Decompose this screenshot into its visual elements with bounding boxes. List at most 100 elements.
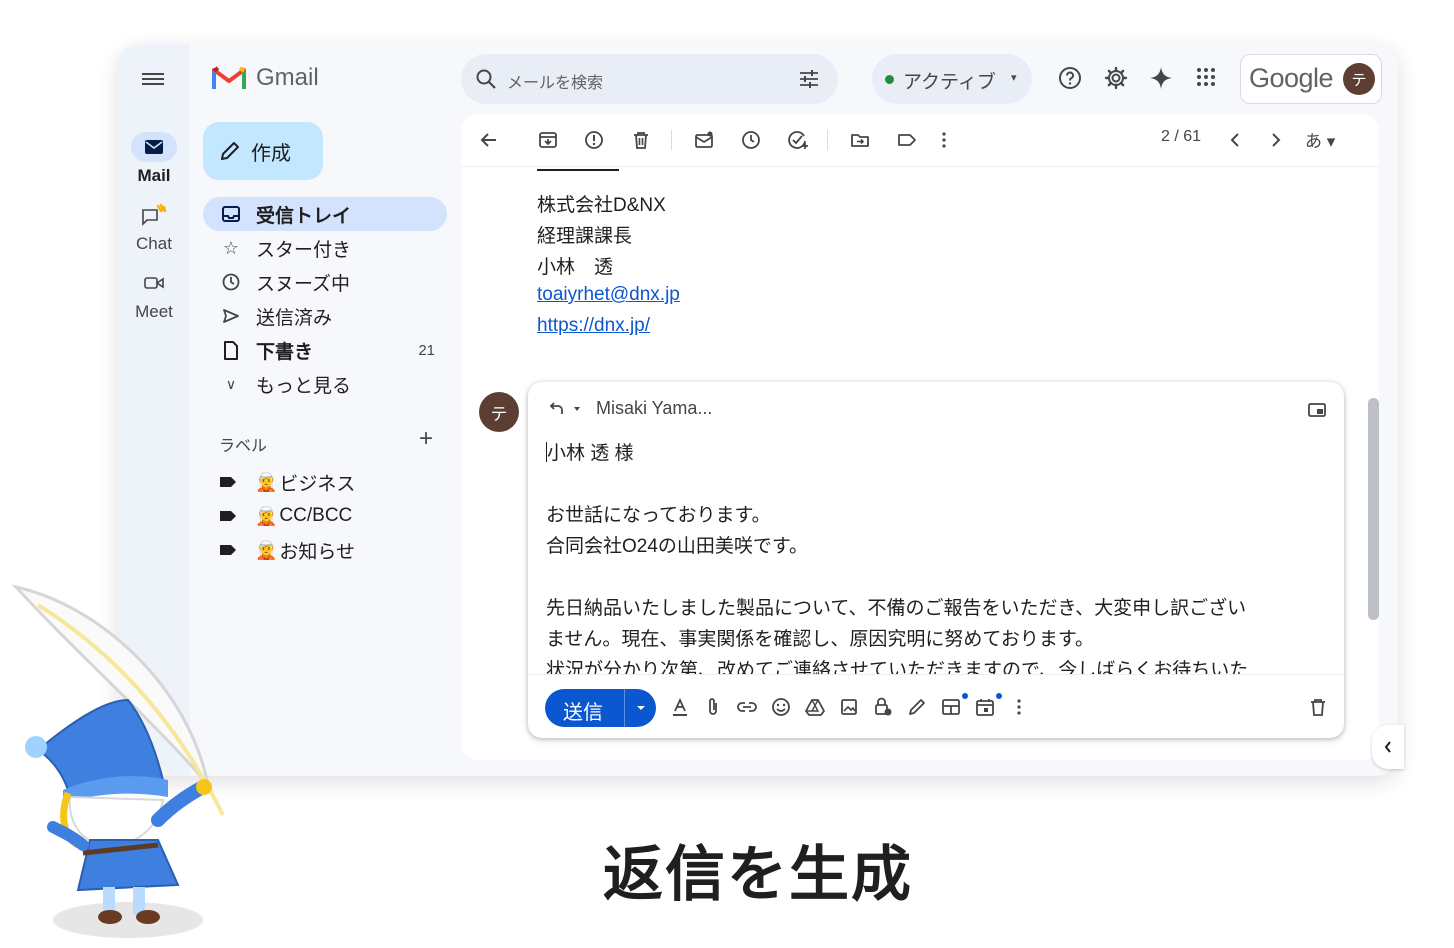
rail-item-chat[interactable]: Chat <box>118 200 190 254</box>
mark-unread-icon[interactable] <box>694 130 714 150</box>
elf-emoji-icon: 🧝 <box>255 539 278 560</box>
clock-icon <box>222 273 240 291</box>
compose-toolbar: 送信 <box>528 674 1344 738</box>
compose-label: 作成 <box>251 142 291 165</box>
input-tools-button[interactable]: あ ▾ <box>1305 127 1335 152</box>
emoji-icon[interactable] <box>771 697 791 717</box>
star-icon: ☆ <box>222 237 240 258</box>
nav-label-drafts: 下書き <box>256 341 314 363</box>
move-to-folder-icon[interactable] <box>850 130 870 150</box>
gemini-sparkle-icon[interactable] <box>1149 66 1173 90</box>
delete-icon[interactable] <box>631 130 651 150</box>
signature-divider <box>537 169 619 174</box>
more-options-icon[interactable] <box>1016 697 1022 717</box>
apps-grid-icon[interactable] <box>1195 66 1217 88</box>
insert-link-icon[interactable] <box>736 697 758 717</box>
drafts-count: 21 <box>418 341 435 359</box>
rail-label-mail: Mail <box>137 166 171 185</box>
signature-pen-icon[interactable] <box>907 697 927 717</box>
snooze-clock-icon[interactable] <box>741 130 761 150</box>
layouts-icon[interactable] <box>941 697 961 717</box>
scrollbar-thumb[interactable] <box>1368 398 1379 620</box>
pencil-icon <box>221 142 239 160</box>
hamburger-menu-icon[interactable] <box>142 70 164 88</box>
body-line: 状況が分かり次第、改めてご連絡させていただきますので、今しばらくお待ちいた <box>546 660 1249 674</box>
search-bar[interactable]: メールを検索 <box>461 54 838 104</box>
nav-item-more[interactable]: ∨ もっと見る <box>203 367 447 401</box>
gmail-window: Mail Chat Meet Gmail メールを検索 アクティブ ▾ Goog… <box>118 44 1398 776</box>
gmail-logo[interactable]: Gmail <box>212 64 319 92</box>
prev-chevron-icon[interactable] <box>1227 130 1243 150</box>
reply-body-editor[interactable]: 小林 透 様 お世話になっております。 合同会社O24の山田美咲です。 先日納品… <box>546 438 1336 674</box>
send-button[interactable]: 送信 <box>545 689 656 727</box>
label-tag-icon <box>220 545 236 555</box>
chat-icon <box>142 204 167 226</box>
body-line: 合同会社O24の山田美咲です。 <box>546 536 809 557</box>
nav-item-inbox[interactable]: 受信トレイ <box>203 197 447 231</box>
send-label: 送信 <box>563 702 603 724</box>
reply-compose-box: Misaki Yama... 小林 透 様 お世話になっております。 合同会社O… <box>528 382 1344 738</box>
archive-icon[interactable] <box>538 130 558 150</box>
rail-item-mail[interactable]: Mail <box>118 132 190 186</box>
add-label-icon[interactable]: + <box>419 425 433 453</box>
caption-heading: 返信を生成 <box>603 841 913 908</box>
reply-recipient[interactable]: Misaki Yama... <box>596 398 712 419</box>
popout-icon[interactable] <box>1308 402 1326 418</box>
next-chevron-icon[interactable] <box>1268 130 1284 150</box>
signature-url-link[interactable]: https://dnx.jp/ <box>537 315 650 336</box>
label-icon[interactable] <box>897 130 917 150</box>
label-name: お知らせ <box>279 541 356 563</box>
help-icon[interactable] <box>1058 66 1082 90</box>
body-line: お世話になっております。 <box>546 505 771 526</box>
label-item-notice[interactable]: 🧝 お知らせ <box>219 536 355 564</box>
search-options-icon[interactable] <box>798 68 820 90</box>
label-name: CC/BCC <box>279 505 353 526</box>
gmail-m-icon <box>212 66 246 89</box>
status-dropdown[interactable]: アクティブ ▾ <box>872 54 1032 104</box>
reply-type-icon[interactable] <box>548 401 588 417</box>
send-options-chevron-icon[interactable] <box>635 702 647 714</box>
labels-heading: ラベル <box>219 438 268 455</box>
confidential-mode-icon[interactable] <box>873 697 893 717</box>
nav-item-drafts[interactable]: 下書き 21 <box>203 333 447 367</box>
reply-sender-avatar: テ <box>479 392 519 432</box>
wizard-mascot-illustration <box>11 584 225 938</box>
schedule-event-icon[interactable] <box>975 697 995 717</box>
nav-item-sent[interactable]: 送信済み <box>203 299 447 333</box>
discard-draft-icon[interactable] <box>1309 697 1327 717</box>
label-name: ビジネス <box>279 473 356 495</box>
compose-button[interactable]: 作成 <box>203 122 323 180</box>
text-format-icon[interactable] <box>670 697 690 717</box>
signature-title: 経理課課長 <box>537 226 633 247</box>
google-logo: Google <box>1249 63 1334 93</box>
label-tag-icon <box>220 511 236 521</box>
nav-item-snoozed[interactable]: スヌーズ中 <box>203 265 447 299</box>
add-task-icon[interactable] <box>787 130 809 150</box>
label-item-business[interactable]: 🧝 ビジネス <box>219 468 355 496</box>
search-input[interactable]: メールを検索 <box>507 69 603 93</box>
account-avatar[interactable]: テ <box>1343 63 1375 95</box>
report-spam-icon[interactable] <box>584 130 604 150</box>
message-panel: 2 / 61 あ ▾ 株式会社D&NX 経理課課長 小林 透 toaiyrhet… <box>461 114 1379 760</box>
insert-photo-icon[interactable] <box>839 697 859 717</box>
back-arrow-icon[interactable] <box>479 130 499 150</box>
search-icon[interactable] <box>475 68 497 90</box>
draft-icon <box>224 340 238 360</box>
label-item-ccbcc[interactable]: 🧝 CC/BCC <box>219 502 352 530</box>
rail-item-meet[interactable]: Meet <box>118 268 190 322</box>
settings-gear-icon[interactable] <box>1104 66 1128 90</box>
more-vert-icon[interactable] <box>941 130 947 150</box>
chevron-down-icon: ∨ <box>225 375 237 392</box>
elf-emoji-icon: 🧝 <box>255 505 278 526</box>
new-feature-dot <box>962 693 968 699</box>
attach-file-icon[interactable] <box>706 697 720 717</box>
google-drive-icon[interactable] <box>805 697 825 717</box>
nav-label-more: もっと見る <box>256 375 352 397</box>
active-status-dot <box>885 75 894 84</box>
signature-email-link[interactable]: toaiyrhet@dnx.jp <box>537 284 680 305</box>
side-panel-toggle[interactable] <box>1372 725 1404 769</box>
body-line: 先日納品いたしました製品について、不備のご報告をいただき、大変申し訳ござい <box>546 598 1247 619</box>
account-switcher[interactable]: Google テ <box>1240 54 1382 104</box>
nav-item-starred[interactable]: ☆ スター付き <box>203 231 447 265</box>
nav-label-starred: スター付き <box>256 239 352 261</box>
